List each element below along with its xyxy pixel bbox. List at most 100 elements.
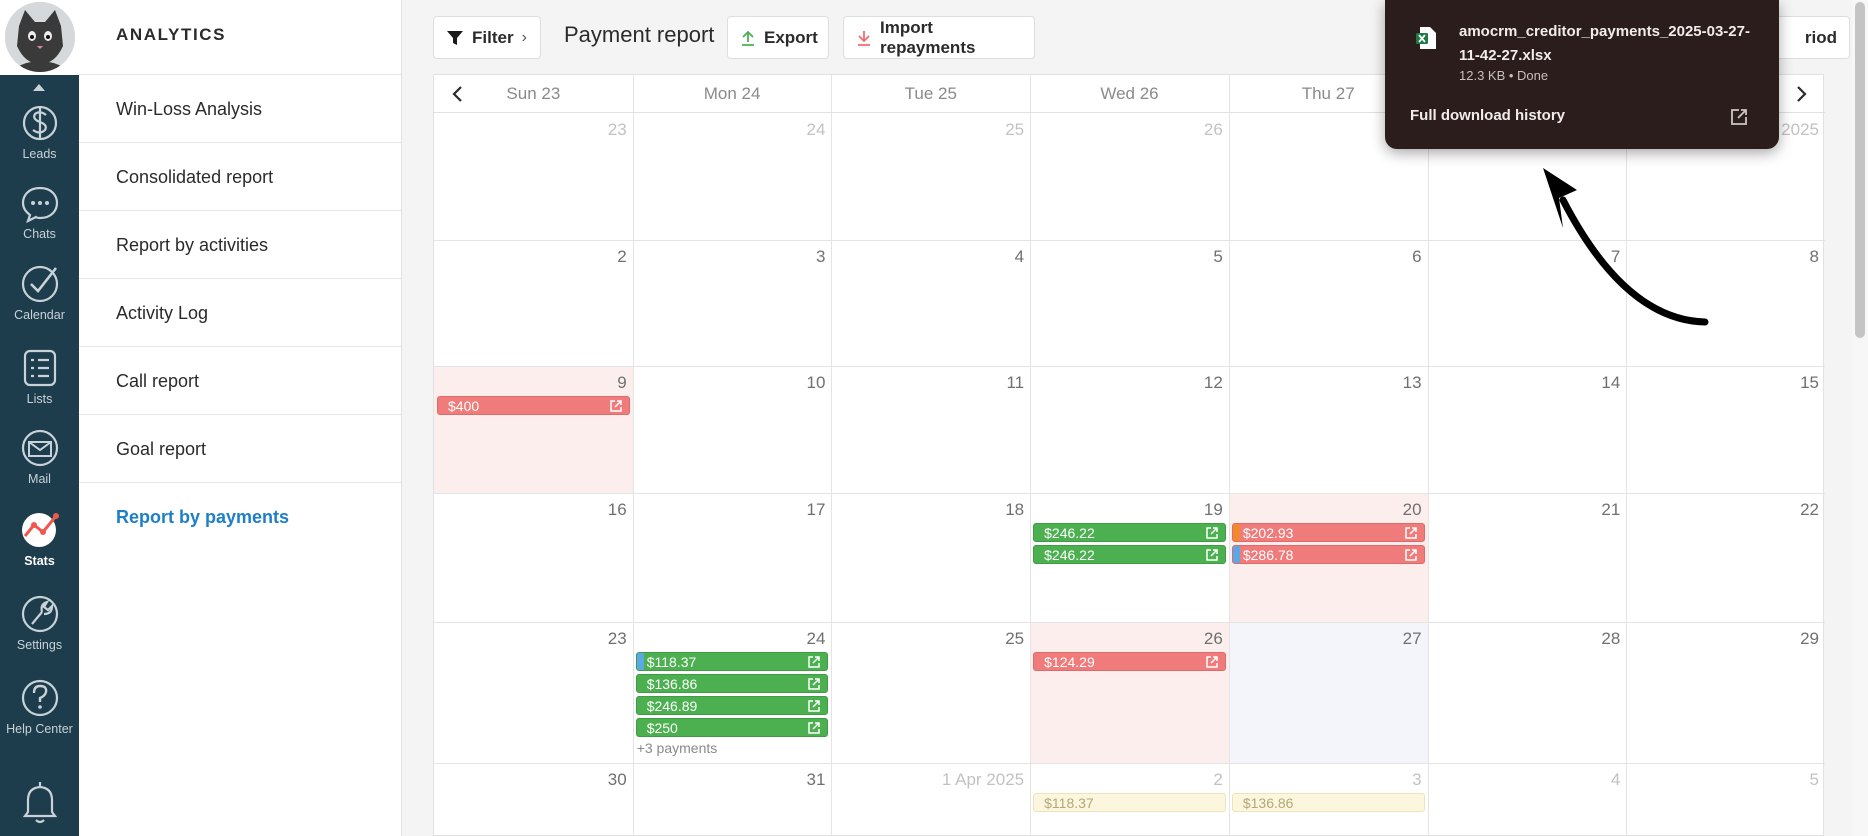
day-number[interactable]: 2 <box>1073 770 1222 790</box>
funnel-icon <box>446 29 464 47</box>
open-payment-icon[interactable] <box>1205 548 1219 563</box>
day-number[interactable]: 15 <box>1669 373 1819 393</box>
day-number[interactable]: 4 <box>874 247 1024 267</box>
grid-line <box>632 75 634 836</box>
day-number[interactable]: 22 <box>1669 500 1819 520</box>
open-payment-icon[interactable] <box>1404 526 1418 541</box>
payment-item[interactable]: $400 <box>437 396 630 415</box>
menu-item-call-report[interactable]: Call report <box>79 347 401 415</box>
day-number[interactable]: 18 <box>874 500 1024 520</box>
payment-item[interactable]: $202.93 <box>1231 523 1425 542</box>
menu-item-report-by-activities[interactable]: Report by activities <box>79 211 401 279</box>
grid-line <box>434 622 1825 623</box>
payment-item[interactable]: $124.29 <box>1033 652 1226 671</box>
page-scrollbar[interactable] <box>1852 0 1868 836</box>
day-number[interactable]: 25 <box>874 629 1024 649</box>
menu-item-goal-report[interactable]: Goal report <box>79 415 401 483</box>
day-number[interactable]: 20 <box>1272 500 1422 520</box>
day-number[interactable]: 5 <box>1073 247 1222 267</box>
payment-item[interactable]: $118.37 <box>1033 793 1226 812</box>
payment-item[interactable]: $250 <box>635 718 829 737</box>
annotation-arrow <box>1543 168 1709 326</box>
payment-amount: $246.89 <box>646 698 698 714</box>
day-number[interactable]: 16 <box>477 500 627 520</box>
day-number[interactable]: 26 <box>1073 120 1223 140</box>
payment-item[interactable]: $118.37 <box>635 652 829 671</box>
day-number[interactable]: 14 <box>1470 373 1620 393</box>
rail-label-lists: Lists <box>26 392 53 406</box>
open-external-icon[interactable] <box>1729 107 1749 132</box>
more-payments-link[interactable]: +3 payments <box>637 740 718 756</box>
download-filename[interactable]: amocrm_creditor_payments_2025-03-27-11-4… <box>1459 20 1764 68</box>
open-payment-icon[interactable] <box>807 699 821 714</box>
chevron-right-icon: › <box>521 28 527 46</box>
day-number[interactable]: 3 <box>675 247 825 267</box>
day-number[interactable]: 21 <box>1470 500 1620 520</box>
day-number[interactable]: 31 <box>675 770 826 790</box>
day-of-week-label: Wed 26 <box>1100 84 1159 103</box>
day-number[interactable]: 3 <box>1272 770 1421 790</box>
day-number[interactable]: 13 <box>1272 373 1422 393</box>
menu-item-win-loss-analysis[interactable]: Win-Loss Analysis <box>79 75 401 143</box>
day-number[interactable]: 27 <box>1272 629 1422 649</box>
day-number[interactable]: 12 <box>1073 373 1223 393</box>
open-payment-icon[interactable] <box>1205 526 1219 541</box>
open-payment-icon[interactable] <box>807 721 821 736</box>
open-payment-icon[interactable] <box>1404 548 1418 563</box>
rail-item-help-center[interactable]: Help Center <box>0 676 79 756</box>
export-button[interactable]: Export <box>727 16 829 59</box>
rail-item-mail[interactable]: Mail <box>0 428 79 508</box>
open-payment-icon[interactable] <box>807 655 821 670</box>
day-number[interactable]: 2 <box>477 247 626 267</box>
menu-item-report-by-payments[interactable]: Report by payments <box>79 483 401 551</box>
day-number[interactable]: 26 <box>1073 629 1223 649</box>
day-number[interactable]: 23 <box>477 629 627 649</box>
day-number[interactable]: 29 <box>1669 629 1819 649</box>
day-number[interactable]: 24 <box>675 120 826 140</box>
rail-item-notifications[interactable] <box>0 778 79 836</box>
day-number[interactable]: 24 <box>675 629 826 649</box>
rail-label-mail: Mail <box>28 472 51 486</box>
open-payment-icon[interactable] <box>1205 655 1219 670</box>
day-number[interactable]: 23 <box>477 120 627 140</box>
scrollbar-thumb[interactable] <box>1855 2 1865 338</box>
rail-item-stats[interactable]: Stats <box>0 508 79 588</box>
full-download-history-link[interactable]: Full download history <box>1410 107 1565 124</box>
payment-item[interactable]: $246.89 <box>635 696 829 715</box>
payment-item[interactable]: $286.78 <box>1231 545 1425 564</box>
open-payment-icon[interactable] <box>807 677 821 692</box>
day-number[interactable]: 11 <box>874 373 1024 393</box>
open-payment-icon[interactable] <box>609 399 623 414</box>
payment-item[interactable]: $136.86 <box>1231 793 1425 812</box>
day-number[interactable]: 25 <box>874 120 1024 140</box>
day-number[interactable]: 19 <box>1073 500 1223 520</box>
rail-scroll-up-icon[interactable] <box>33 84 45 91</box>
filter-button[interactable]: Filter › <box>433 16 541 59</box>
chat-bubble-icon <box>21 186 58 223</box>
upload-icon <box>740 29 756 47</box>
day-number[interactable]: 28 <box>1470 629 1620 649</box>
avatar[interactable] <box>5 2 75 72</box>
payment-item[interactable]: $246.22 <box>1033 523 1226 542</box>
payment-item[interactable]: $136.86 <box>635 674 829 693</box>
rail-item-chats[interactable]: Chats <box>0 185 79 265</box>
day-number[interactable]: 1 Apr 2025 <box>874 770 1024 790</box>
menu-item-consolidated-report[interactable]: Consolidated report <box>79 143 401 211</box>
payment-amount: $136.86 <box>1242 795 1294 811</box>
export-label: Export <box>764 27 818 47</box>
day-number[interactable]: 5 <box>1669 770 1819 790</box>
day-number[interactable]: 4 <box>1470 770 1620 790</box>
menu-item-activity-log[interactable]: Activity Log <box>79 279 401 347</box>
rail-item-settings[interactable]: Settings <box>0 592 79 672</box>
day-number[interactable]: 10 <box>675 373 826 393</box>
rail-label-leads: Leads <box>22 147 57 161</box>
import-repayments-button[interactable]: Import repayments <box>843 16 1035 59</box>
rail-item-lists[interactable]: Lists <box>0 346 79 426</box>
rail-item-leads[interactable]: Leads <box>0 97 79 177</box>
day-number[interactable]: 6 <box>1272 247 1421 267</box>
day-number[interactable]: 17 <box>675 500 826 520</box>
day-number[interactable]: 9 <box>477 373 626 393</box>
rail-item-calendar[interactable]: Calendar <box>0 262 79 342</box>
payment-item[interactable]: $246.22 <box>1033 545 1226 564</box>
day-number[interactable]: 30 <box>477 770 627 790</box>
